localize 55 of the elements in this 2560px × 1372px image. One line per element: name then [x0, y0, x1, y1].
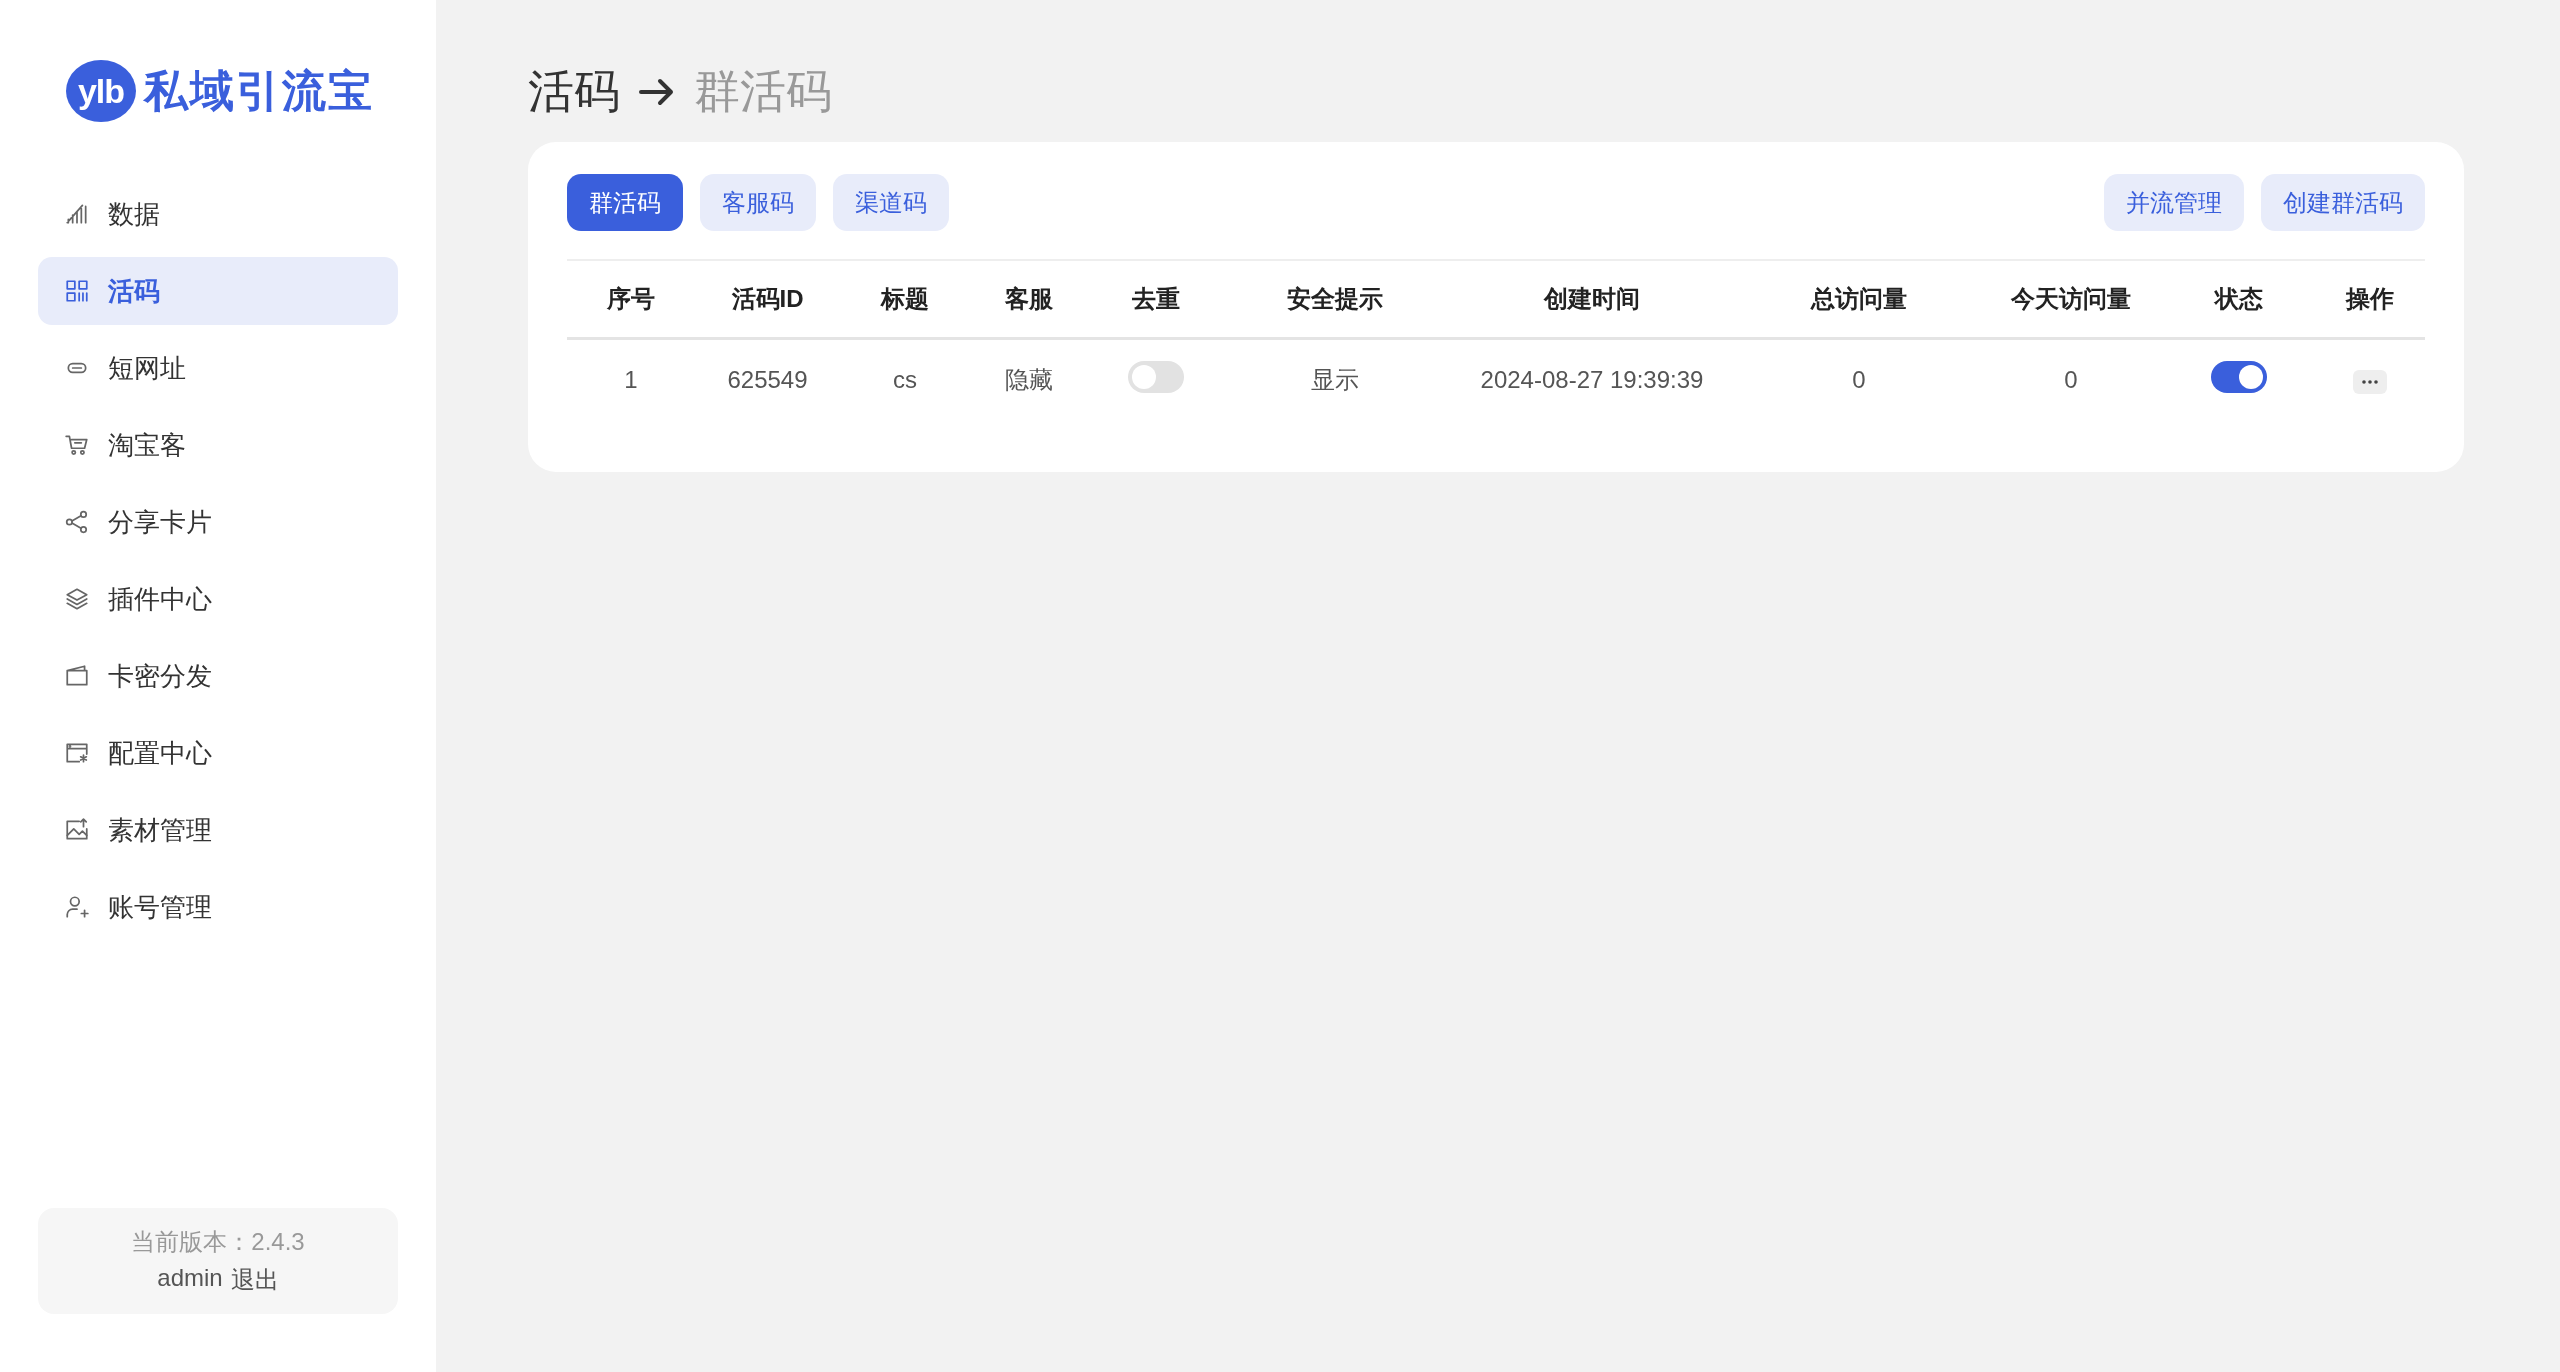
- nav-item[interactable]: 分享卡片: [38, 488, 398, 556]
- version-text: 当前版本：2.4.3: [131, 1227, 305, 1257]
- image-icon: [64, 817, 90, 843]
- settings-window-icon: [64, 740, 90, 766]
- nav-item[interactable]: 数据: [38, 180, 398, 248]
- breadcrumb-parent: 活码: [528, 64, 620, 119]
- table-cell: 0: [2064, 366, 2078, 393]
- page-title: 群活码: [694, 64, 832, 119]
- action-button[interactable]: 并流管理: [2104, 174, 2244, 231]
- column-header: 客服: [1004, 285, 1053, 312]
- more-icon: [2362, 379, 2378, 384]
- nav-item[interactable]: 配置中心: [38, 719, 398, 787]
- layers-icon: [64, 586, 90, 612]
- more-button[interactable]: [2353, 369, 2387, 394]
- column-header: 状态: [2214, 285, 2263, 312]
- app-name: 私域引流宝: [144, 63, 374, 118]
- column-header: 去重: [1131, 285, 1180, 312]
- column-header: 总访问量: [1811, 285, 1907, 312]
- table-cell: cs: [893, 366, 917, 393]
- table-cell: 625549: [727, 366, 808, 393]
- bar-chart-icon: [64, 201, 90, 227]
- card-icon: [64, 663, 90, 689]
- nav-item[interactable]: 素材管理: [38, 796, 398, 864]
- column-header: 操作: [2346, 285, 2394, 312]
- tab[interactable]: 渠道码: [833, 174, 949, 231]
- column-header: 创建时间: [1544, 285, 1640, 312]
- nav-item[interactable]: 账号管理: [38, 873, 398, 941]
- logo-badge: ylb: [66, 60, 136, 122]
- nav-item[interactable]: 短网址: [38, 334, 398, 402]
- arrow-right-icon: [638, 77, 676, 107]
- nav-item[interactable]: 卡密分发: [38, 642, 398, 710]
- column-header: 安全提示: [1287, 285, 1383, 312]
- grid-icon: [64, 278, 90, 304]
- toggle-switch[interactable]: [2210, 361, 2267, 393]
- column-header: 活码ID: [731, 285, 804, 312]
- table-cell: 2024-08-27 19:39:39: [1480, 366, 1704, 393]
- table-cell: 0: [1852, 366, 1866, 393]
- table-cell: 隐藏: [1004, 366, 1053, 393]
- tab[interactable]: 客服码: [700, 174, 816, 231]
- tab[interactable]: 群活码: [567, 174, 683, 231]
- username: admin: [157, 1264, 223, 1293]
- table-cell: 1: [624, 366, 638, 393]
- column-header: 今天访问量: [2011, 285, 2131, 312]
- table-cell: 显示: [1311, 366, 1359, 393]
- nav-item[interactable]: 活码: [38, 257, 398, 325]
- user-add-icon: [64, 894, 90, 920]
- toggle-switch[interactable]: [1127, 361, 1184, 393]
- cart-icon: [64, 432, 90, 458]
- column-header: 序号: [607, 285, 655, 312]
- logout-link[interactable]: 退出: [230, 1264, 279, 1296]
- nav-item[interactable]: 插件中心: [38, 565, 398, 633]
- share-icon: [64, 509, 90, 535]
- nav-item[interactable]: 淘宝客: [38, 411, 398, 479]
- action-button[interactable]: 创建群活码: [2261, 174, 2425, 231]
- column-header: 标题: [881, 285, 929, 312]
